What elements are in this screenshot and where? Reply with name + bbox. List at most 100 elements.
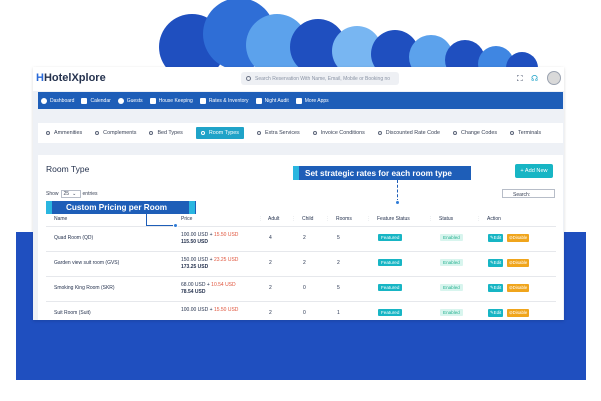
- column-header[interactable]: Status: [439, 216, 453, 222]
- calendar-grid-icon: [199, 97, 206, 104]
- column-divider: ⋮: [428, 216, 433, 222]
- headset-icon[interactable]: ☊: [531, 74, 538, 83]
- column-header[interactable]: Name: [54, 216, 67, 222]
- tab-radio-icon: [46, 131, 50, 135]
- disable-button[interactable]: ⊘Disable: [507, 259, 530, 267]
- callout-custom-pricing: Custom Pricing per Room: [46, 201, 196, 214]
- feature-status-badge[interactable]: Featured: [378, 234, 403, 241]
- status-badge[interactable]: Enabled: [440, 234, 463, 241]
- status-badge[interactable]: Enabled: [440, 309, 463, 316]
- status-badge[interactable]: Enabled: [440, 259, 463, 266]
- column-header[interactable]: Feature Status: [377, 216, 410, 222]
- price-extra: 15.50 USD: [213, 307, 239, 313]
- nav-label: Calendar: [90, 97, 111, 104]
- price-base: 150.00 USD +: [181, 257, 213, 263]
- tab-radio-icon: [312, 131, 317, 135]
- callout-guide-line: [397, 180, 398, 202]
- tab-bed-types[interactable]: Bed Types: [149, 127, 183, 139]
- nav-more-apps[interactable]: More Apps: [295, 97, 329, 104]
- adult-count: 2: [269, 260, 272, 266]
- callout-anchor-dot: [395, 200, 400, 205]
- add-new-button[interactable]: + Add New: [515, 164, 553, 178]
- column-header[interactable]: Rooms: [336, 216, 352, 222]
- disable-button[interactable]: ⊘Disable: [507, 309, 530, 317]
- tab-invoice-conditions[interactable]: Invoice Conditions: [312, 127, 365, 139]
- nav-label: More Apps: [304, 97, 329, 104]
- nav-rates-inventory[interactable]: Rates & Inventory: [199, 97, 249, 104]
- table-search-input[interactable]: [502, 189, 555, 198]
- price-base: 100.00 USD +: [181, 307, 213, 313]
- adult-count: 4: [269, 235, 272, 241]
- nav-house-keeping[interactable]: House Keeping: [149, 97, 193, 104]
- page-length-value: 25: [63, 191, 70, 197]
- tab-terminals[interactable]: Terminals: [510, 127, 541, 139]
- edit-button[interactable]: ✎Edit: [488, 309, 504, 317]
- price-extra: 23.25 USD: [213, 257, 239, 263]
- status-badge[interactable]: Enabled: [440, 284, 463, 291]
- edit-button[interactable]: ✎Edit: [488, 284, 504, 292]
- tab-ammenities[interactable]: Ammenities: [46, 127, 82, 139]
- page-length-select[interactable]: 25 ⌄: [60, 190, 81, 198]
- calendar-icon: [81, 97, 88, 104]
- tab-extra-services[interactable]: Extra Services: [256, 127, 300, 139]
- feature-status-badge[interactable]: Featured: [378, 284, 403, 291]
- callout-guide-line: [146, 214, 175, 226]
- edit-button[interactable]: ✎Edit: [488, 259, 504, 267]
- edit-button[interactable]: ✎Edit: [488, 234, 504, 242]
- rooms-count: 2: [337, 260, 340, 266]
- room-price: 100.00 USD + 15.50 USD 115.50 USD: [181, 232, 238, 246]
- settings-tabs: Ammenities Complements Bed Types Room Ty…: [38, 123, 563, 143]
- page-length-control: Show 25 ⌄ entries: [46, 190, 98, 198]
- room-name: Smoking King Room (SKR): [54, 285, 115, 291]
- rooms-count: 1: [337, 310, 340, 316]
- adult-count: 2: [269, 285, 272, 291]
- tab-label: Ammenities: [54, 130, 83, 136]
- tab-label: Terminals: [518, 130, 542, 136]
- table-row: Suit Room (Suit) 100.00 USD + 15.50 USD …: [46, 301, 556, 320]
- app-name: HotelXplore: [43, 72, 106, 84]
- callout-anchor-dot: [173, 223, 178, 228]
- search-placeholder: Search Reservation With Name, Email, Mob…: [255, 75, 391, 82]
- global-search-input[interactable]: Search Reservation With Name, Email, Mob…: [241, 72, 399, 85]
- callout-stripe: [189, 201, 195, 214]
- table-header: Name Price ⋮ Adult ⋮ Child ⋮ Rooms ⋮ Fea…: [46, 215, 556, 225]
- avatar[interactable]: [547, 71, 561, 85]
- nav-calendar[interactable]: Calendar: [81, 97, 111, 104]
- column-header[interactable]: Child: [302, 216, 313, 222]
- price-base: 100.00 USD +: [181, 232, 213, 238]
- door-icon: [149, 97, 156, 104]
- tab-room-types[interactable]: Room Types: [195, 127, 244, 139]
- column-header[interactable]: Price: [181, 216, 192, 222]
- nav-dashboard[interactable]: Dashboard: [41, 97, 75, 104]
- main-navbar: Dashboard Calendar Guests House Keeping …: [38, 92, 563, 109]
- room-price: 68.00 USD + 10.54 USD 78.54 USD: [181, 282, 236, 296]
- car-icon: [41, 97, 47, 104]
- room-price: 150.00 USD + 23.25 USD 173.25 USD: [181, 257, 238, 271]
- price-total: 173.25 USD: [181, 264, 209, 270]
- tab-radio-icon: [256, 131, 261, 135]
- table-row: Quad Room (QD) 100.00 USD + 15.50 USD 11…: [46, 226, 556, 251]
- price-base: 68.00 USD +: [181, 282, 210, 288]
- nav-guests[interactable]: Guests: [117, 97, 143, 104]
- feature-status-badge[interactable]: Featured: [378, 259, 403, 266]
- logo-mark: H: [36, 72, 44, 84]
- tab-complements[interactable]: Complements: [95, 127, 136, 139]
- nav-label: Night Audit: [264, 97, 289, 104]
- expand-icon[interactable]: ⛶: [517, 74, 523, 84]
- column-header[interactable]: Action: [487, 216, 501, 222]
- nav-label: Dashboard: [50, 97, 75, 104]
- tab-change-codes[interactable]: Change Codes: [453, 127, 497, 139]
- disable-button[interactable]: ⊘Disable: [507, 234, 530, 242]
- room-name: Suit Room (Suit): [54, 310, 91, 316]
- disable-button[interactable]: ⊘Disable: [507, 284, 530, 292]
- column-header[interactable]: Adult: [268, 216, 279, 222]
- app-logo[interactable]: H HotelXplore: [36, 72, 106, 84]
- nav-night-audit[interactable]: Night Audit: [255, 97, 289, 104]
- feature-status-badge[interactable]: Featured: [378, 309, 403, 316]
- room-name: Quad Room (QD): [54, 235, 94, 241]
- column-divider: ⋮: [325, 216, 330, 222]
- tab-discounted-rate-code[interactable]: Discounted Rate Code: [377, 127, 440, 139]
- chevron-down-icon: ⌄: [72, 191, 77, 197]
- rooms-count: 5: [337, 285, 340, 291]
- top-bar: H HotelXplore Search Reservation With Na…: [33, 67, 564, 91]
